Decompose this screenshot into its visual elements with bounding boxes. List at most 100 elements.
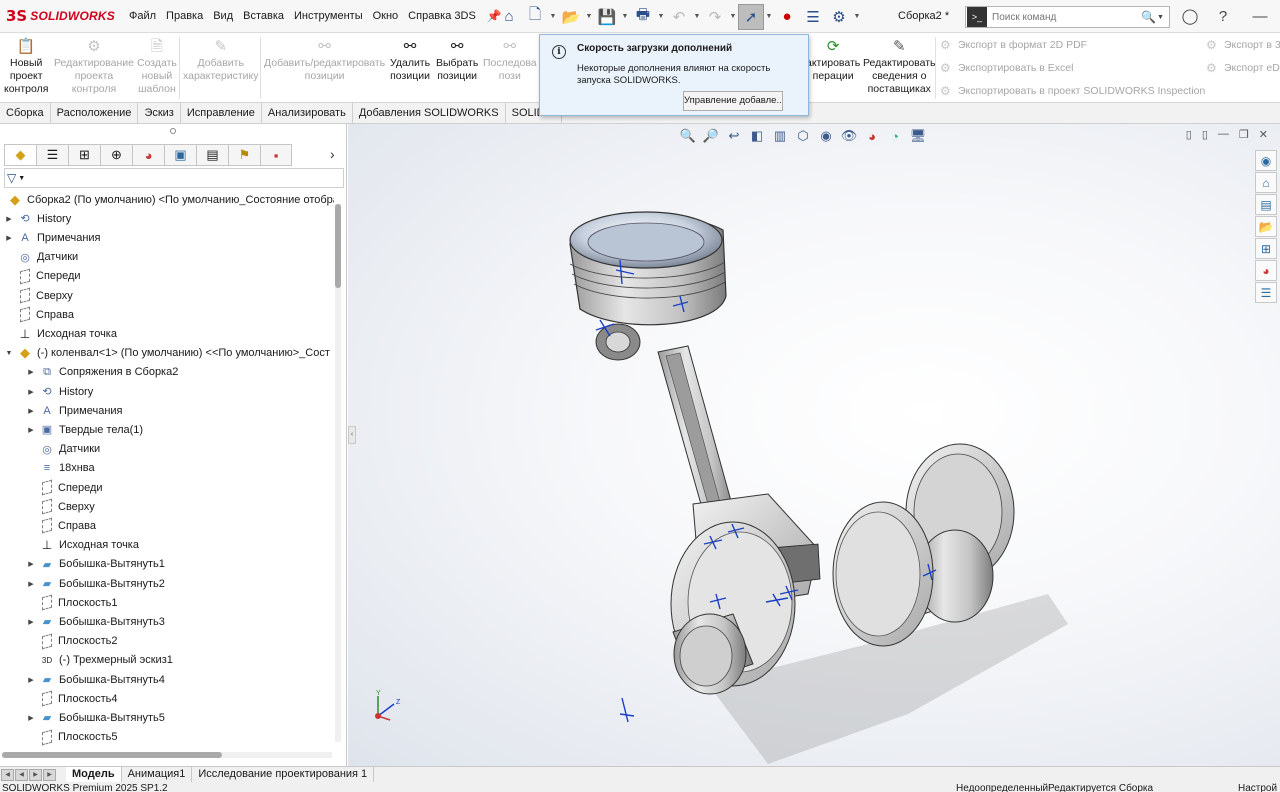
expand-arrow-icon[interactable]: ▶ <box>26 388 36 396</box>
menu-window[interactable]: Окно <box>368 10 404 22</box>
tree-item[interactable]: ▶ ▰ Бобышка-Вытянуть5 <box>26 708 165 727</box>
tree-item[interactable]: ▶ ⧉ Сопряжения в Сборка2 <box>26 363 178 382</box>
undo-dropdown-icon[interactable]: ▼ <box>692 13 702 20</box>
tree-item[interactable]: ▶ ▰ Бобышка-Вытянуть1 <box>26 555 165 574</box>
menu-view[interactable]: Вид <box>208 10 238 22</box>
tree-item[interactable]: ▶ ⟲ History <box>26 382 93 401</box>
home-icon[interactable]: ⌂ <box>496 4 522 30</box>
tree-item[interactable]: Справа <box>26 516 96 535</box>
edit-operations-button[interactable]: ⟳ актировать перации <box>806 35 860 83</box>
chevron-right-icon[interactable]: › <box>330 146 335 162</box>
first-tab-arrow-icon[interactable]: ◀ <box>1 768 14 781</box>
tree-item[interactable]: Плоскость1 <box>26 593 118 612</box>
solidworks-resources-icon[interactable]: ◉ <box>1255 150 1277 171</box>
expand-arrow-icon[interactable]: ▶ <box>4 234 14 242</box>
select-balloons-button[interactable]: ⚯ Выбрать позиции <box>436 35 478 83</box>
tab-layout[interactable]: Расположение <box>51 103 139 123</box>
redo-icon[interactable]: ↷ <box>702 4 728 30</box>
expand-arrow-icon[interactable]: ▶ <box>26 714 36 722</box>
tree-item[interactable]: ▶ ⟲ History <box>4 209 71 228</box>
search-dropdown-icon[interactable]: ▼ <box>1157 14 1169 21</box>
tree-item[interactable]: Плоскость2 <box>26 632 118 651</box>
expand-arrow-icon[interactable]: ▶ <box>26 560 36 568</box>
export-2d-pdf-button[interactable]: ⚙ Экспорт в формат 2D PDF <box>940 38 1087 52</box>
tab-design-study[interactable]: Исследование проектирования 1 <box>192 767 375 782</box>
tree-item[interactable]: ◎ Датчики <box>26 440 100 459</box>
tree-horizontal-scrollbar[interactable] <box>2 752 332 758</box>
propertymanager-tab-icon[interactable]: ☰ <box>36 144 68 166</box>
tree-item[interactable]: ▶ A Примечания <box>26 401 122 420</box>
menu-insert[interactable]: Вставка <box>238 10 289 22</box>
file-properties-icon[interactable]: ☰ <box>800 4 826 30</box>
tree-item[interactable]: Справа <box>4 305 74 324</box>
user-account-icon[interactable]: ◯ <box>1180 7 1200 27</box>
new-inspection-project-button[interactable]: 📋 Новый проект контроля <box>4 35 48 96</box>
scrollbar-thumb[interactable] <box>335 204 341 288</box>
solidworks-logo[interactable]: 3S SOLIDWORKS <box>6 7 124 25</box>
tree-item[interactable]: Спереди <box>4 267 81 286</box>
last-tab-arrow-icon[interactable]: ▶ <box>43 768 56 781</box>
add-characteristic-button[interactable]: ✎ Добавить характеристику <box>183 35 258 83</box>
new-dropdown-icon[interactable]: ▼ <box>548 13 558 20</box>
select-dropdown-icon[interactable]: ▼ <box>764 13 774 20</box>
tree-item[interactable]: ⊥ Исходная точка <box>26 536 139 555</box>
tree-filter-row[interactable]: ▽ ▼ <box>4 168 344 188</box>
edit-inspection-project-button[interactable]: ⚙ Редактирование проекта контроля <box>54 35 134 96</box>
filter-dropdown-icon[interactable]: ▼ <box>18 175 25 182</box>
tab-evaluate[interactable]: Анализировать <box>262 103 353 123</box>
collapse-arrow-icon[interactable]: ▼ <box>4 350 14 357</box>
export-3d-button[interactable]: ⚙ Экспорт в 3 <box>1206 38 1280 52</box>
save-icon[interactable]: 💾 <box>594 4 620 30</box>
edit-vendor-info-button[interactable]: ✎ Редактировать сведения о поставщиках <box>863 35 936 96</box>
featuremanager-tab-icon[interactable]: ◆ <box>4 144 36 166</box>
create-template-button[interactable]: 🗎 Создать новый шаблон <box>137 35 177 96</box>
dimxpert-tab-icon[interactable]: ⊕ <box>100 144 132 166</box>
prev-tab-arrow-icon[interactable]: ◀ <box>15 768 28 781</box>
filter-icon[interactable]: ▽ <box>7 171 16 185</box>
rebuild-traffic-light-icon[interactable]: ● <box>774 4 800 30</box>
tab-model[interactable]: Модель <box>66 767 122 782</box>
export-excel-button[interactable]: ⚙ Экспортировать в Excel <box>940 61 1073 75</box>
search-input[interactable] <box>987 11 1141 23</box>
tree-item[interactable]: ▶ ▣ Твердые тела(1) <box>26 420 143 439</box>
tree-item[interactable]: ≡ 18хнва <box>26 459 95 478</box>
remove-balloons-button[interactable]: ⚯ Удалить позиции <box>390 35 430 83</box>
select-cursor-icon[interactable]: ➚ <box>738 3 764 30</box>
search-icon[interactable]: 🔍 <box>1141 10 1157 24</box>
tab-markup[interactable]: Исправление <box>181 103 262 123</box>
expand-arrow-icon[interactable]: ▶ <box>4 215 14 223</box>
tree-root-assembly[interactable]: ◆ Сборка2 (По умолчанию) <По умолчанию_С… <box>4 190 334 209</box>
add-edit-balloons-button[interactable]: ⚯ Добавить/редактировать позиции <box>264 35 385 83</box>
home-tab-icon[interactable]: ⌂ <box>1255 172 1277 193</box>
scrollbar-thumb[interactable] <box>2 752 222 758</box>
open-folder-icon[interactable]: 📂 <box>558 4 584 30</box>
cam-tab-icon[interactable]: ▣ <box>164 144 196 166</box>
displaymanager-tab-icon[interactable]: ◕ <box>132 144 164 166</box>
menu-tools[interactable]: Инструменты <box>289 10 368 22</box>
new-document-icon[interactable]: 🗋 <box>522 4 548 30</box>
status-settings[interactable]: Настрой <box>1238 784 1277 792</box>
undo-icon[interactable]: ↶ <box>666 4 692 30</box>
command-search-box[interactable]: >_ 🔍 ▼ <box>965 6 1170 28</box>
manage-addins-button[interactable]: Управление добавле... <box>683 91 783 111</box>
view-orientation-triad[interactable]: Y Z <box>360 690 420 730</box>
tab-sketch[interactable]: Эскиз <box>138 103 181 123</box>
expand-arrow-icon[interactable]: ▶ <box>26 368 36 376</box>
configurationmanager-tab-icon[interactable]: ⊞ <box>68 144 100 166</box>
tab-animation[interactable]: Анимация1 <box>122 767 193 782</box>
panel-grip-handle[interactable] <box>170 128 176 134</box>
custom-properties-icon[interactable]: ☰ <box>1255 282 1277 303</box>
tree-vertical-scrollbar[interactable] <box>335 204 341 742</box>
expand-arrow-icon[interactable]: ▶ <box>26 407 36 415</box>
file-explorer-icon[interactable]: 📂 <box>1255 216 1277 237</box>
menu-file[interactable]: Файл <box>124 10 161 22</box>
tree-item[interactable]: Сверху <box>4 286 73 305</box>
tree-item[interactable]: ▼ ◆ (-) коленвал<1> (По умолчанию) <<По ум… <box>4 344 330 363</box>
tree-item[interactable]: Плоскость4 <box>26 689 118 708</box>
sequence-balloons-button[interactable]: ⚯ Последова пози <box>483 35 537 83</box>
tree-item[interactable]: Сверху <box>26 497 95 516</box>
model-3d-view[interactable] <box>348 124 1280 766</box>
tree-item[interactable]: ◎ Датчики <box>4 248 78 267</box>
menu-edit[interactable]: Правка <box>161 10 208 22</box>
graphics-area[interactable]: ‹ 🔍 🔎 ↩ ◧ ▥ ⬡ ◉ 👁 ◕ ◔ 🖥 ▯ ▯ — ❐ ✕ Y Z <box>348 124 1280 766</box>
